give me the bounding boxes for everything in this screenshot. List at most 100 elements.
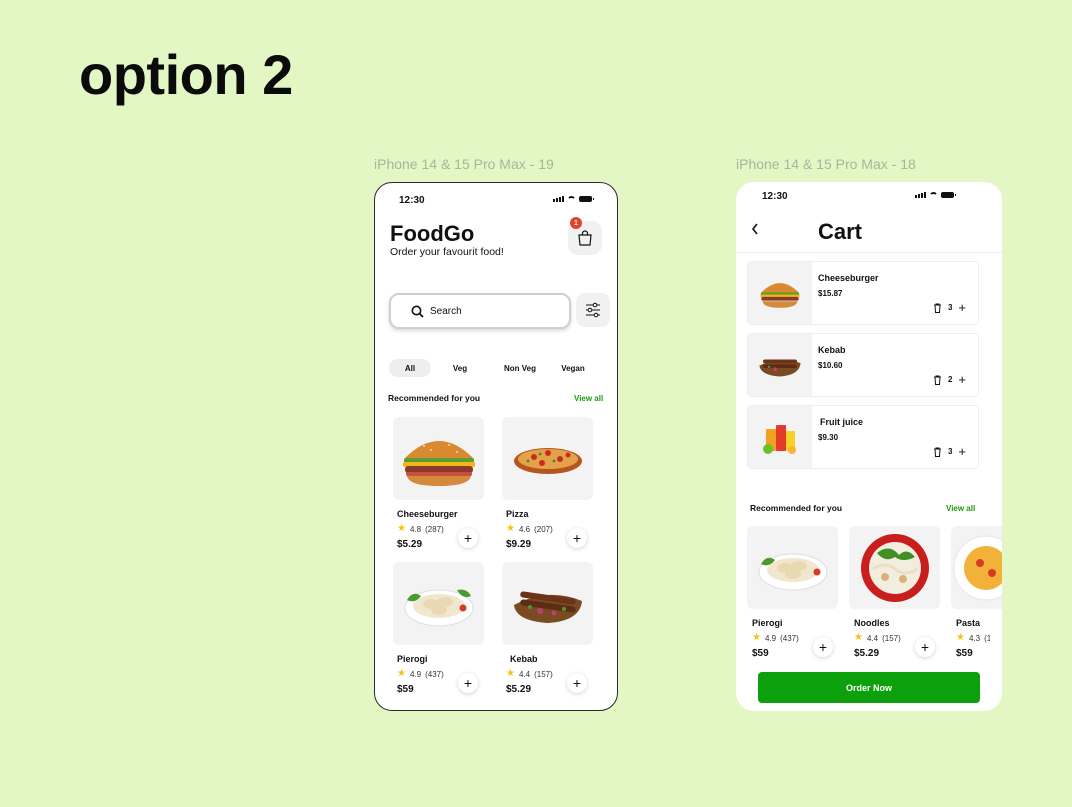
add-button[interactable]: + — [567, 528, 587, 548]
chip-all[interactable]: All — [389, 359, 431, 377]
product-price: $59 — [752, 648, 769, 659]
plus-icon[interactable]: + — [958, 300, 966, 315]
app-brand: FoodGo — [390, 221, 475, 246]
quantity-stepper: 2 + — [933, 372, 966, 387]
filter-button[interactable] — [576, 293, 610, 327]
rating-value: 4.4 — [866, 633, 879, 643]
product-name: Noodles — [854, 618, 890, 628]
sliders-icon — [586, 302, 600, 318]
cart-item[interactable]: Fruit juice $9.30 3 + — [747, 405, 979, 469]
product-price: $5.29 — [854, 648, 880, 659]
product-name: Cheeseburger — [397, 509, 458, 519]
product-name: Pierogi — [397, 654, 428, 664]
add-button[interactable]: + — [915, 637, 935, 657]
product-rating: ★ 4.4 (157) — [854, 633, 901, 643]
product-rating: ★ 4.9 (437) — [752, 633, 799, 643]
cart-item-image — [748, 406, 812, 468]
chip-non-veg[interactable]: Non Veg — [499, 359, 541, 377]
signal-icon — [553, 196, 564, 202]
app-tagline: Order your favourit food! — [390, 246, 504, 258]
kebab-image — [513, 591, 582, 623]
order-now-button[interactable]: Order Now — [758, 672, 980, 703]
signal-icon — [915, 192, 926, 198]
cart-item-image — [748, 334, 812, 396]
page-title: option 2 — [79, 43, 293, 106]
plus-icon: + — [463, 530, 473, 546]
product-image-pierogi[interactable] — [747, 526, 838, 609]
cart-item-price: $9.30 — [818, 433, 839, 442]
section-title: Recommended for you — [750, 503, 843, 513]
cart-badge: 1 — [570, 217, 582, 229]
battery-icon — [941, 192, 956, 198]
quantity-value: 3 — [947, 303, 953, 312]
product-image-pierogi[interactable] — [393, 562, 484, 645]
chip-veg[interactable]: Veg — [443, 359, 477, 377]
plus-icon: + — [572, 675, 582, 691]
view-all-link[interactable]: View all — [946, 504, 975, 513]
cart-item-price: $15.87 — [818, 289, 843, 298]
cart-item-name: Fruit juice — [820, 417, 864, 427]
status-time: 12:30 — [762, 191, 788, 202]
add-button[interactable]: + — [458, 673, 478, 693]
quantity-value: 2 — [947, 375, 953, 384]
header-divider — [736, 252, 1002, 253]
product-image-noodles[interactable] — [849, 526, 940, 609]
rating-value: 4.9 — [764, 633, 777, 643]
product-name: Pierogi — [752, 618, 783, 628]
star-icon: ★ — [506, 523, 515, 534]
trash-icon[interactable] — [933, 375, 942, 385]
frame-label-cart: iPhone 14 & 15 Pro Max - 18 — [736, 156, 916, 172]
trash-icon[interactable] — [933, 447, 942, 457]
star-icon: ★ — [397, 523, 406, 534]
plus-icon[interactable]: + — [958, 372, 966, 387]
plus-icon: + — [818, 639, 828, 655]
wifi-icon — [929, 192, 938, 198]
rating-value: 4.4 — [518, 669, 531, 679]
product-image-cheeseburger[interactable] — [393, 417, 484, 500]
kebab-image — [759, 359, 801, 377]
add-button[interactable]: + — [567, 673, 587, 693]
star-icon: ★ — [506, 668, 515, 679]
rating-value: 4.6 — [518, 524, 531, 534]
rating-count: (437) — [425, 669, 444, 679]
chip-vegan[interactable]: Vegan — [555, 359, 591, 377]
rating-value: 4.3 — [968, 633, 981, 643]
product-rating: ★ 4.3 (1 — [956, 633, 990, 643]
rating-count: (287) — [425, 524, 444, 534]
product-name: Pizza — [506, 509, 529, 519]
quantity-stepper: 3 + — [933, 300, 966, 315]
cart-item-name: Cheeseburger — [818, 273, 879, 283]
rating-count: (207) — [534, 524, 553, 534]
cart-item[interactable]: Kebab $10.60 2 + — [747, 333, 979, 397]
view-all-link[interactable]: View all — [574, 394, 603, 403]
product-image-pasta[interactable] — [951, 526, 1002, 609]
search-input[interactable]: Search — [389, 293, 571, 329]
plus-icon: + — [463, 675, 473, 691]
product-rating: ★ 4.8 (287) — [397, 524, 444, 534]
juice-image — [763, 425, 796, 454]
cart-item[interactable]: Cheeseburger $15.87 3 + — [747, 261, 979, 325]
product-image-kebab[interactable] — [502, 562, 593, 645]
trash-icon[interactable] — [933, 303, 942, 313]
star-icon: ★ — [752, 632, 761, 643]
pierogi-image — [758, 553, 827, 590]
noodles-image — [860, 533, 929, 602]
cart-item-name: Kebab — [818, 345, 846, 355]
status-icons — [553, 196, 594, 202]
back-button[interactable] — [750, 222, 760, 241]
product-price: $9.29 — [506, 539, 532, 550]
product-name: Pasta — [956, 618, 981, 628]
plus-icon[interactable]: + — [958, 444, 966, 459]
rating-value: 4.9 — [409, 669, 422, 679]
product-image-pizza[interactable] — [502, 417, 593, 500]
status-time: 12:30 — [399, 195, 425, 206]
burger-image — [402, 438, 475, 486]
add-button[interactable]: + — [458, 528, 478, 548]
product-price: $5.29 — [397, 539, 423, 550]
add-button[interactable]: + — [813, 637, 833, 657]
rating-value: 4.8 — [409, 524, 422, 534]
product-rating: ★ 4.6 (207) — [506, 524, 553, 534]
search-placeholder: Search — [430, 305, 462, 317]
product-rating: ★ 4.9 (437) — [397, 669, 444, 679]
pizza-image — [513, 447, 582, 474]
